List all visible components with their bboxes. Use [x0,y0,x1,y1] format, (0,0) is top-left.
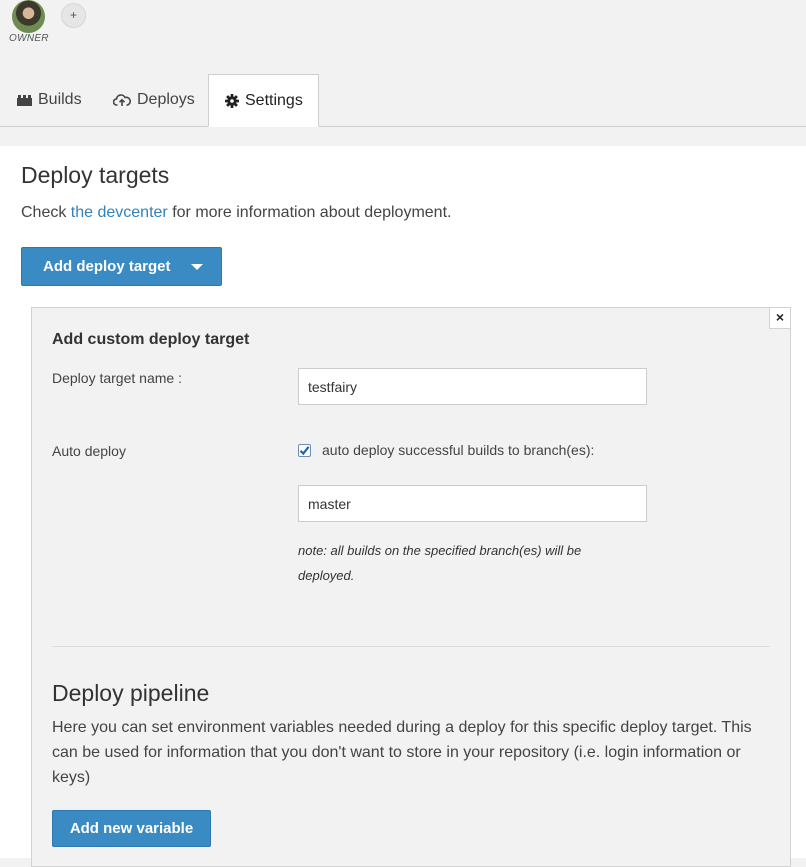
builds-icon [17,94,32,106]
auto-deploy-checkbox[interactable] [298,444,311,457]
devcenter-link[interactable]: the devcenter [71,204,168,221]
cloud-upload-icon [113,93,131,107]
info-suffix: for more information about deployment. [167,204,452,221]
tab-deploys[interactable]: Deploys [113,74,195,125]
tab-settings[interactable]: Settings [208,74,319,127]
tab-bar: Builds Deploys Settings [0,74,806,127]
add-deploy-target-button[interactable]: Add deploy target [21,247,222,286]
gear-icon [225,93,239,108]
settings-content: Deploy targets Check the devcenter for m… [0,146,806,867]
pipeline-title: Deploy pipeline [52,680,210,706]
owner-avatar[interactable] [12,0,45,33]
divider [52,646,770,647]
owner-role-label: OWNER [9,33,49,44]
branch-input[interactable] [298,485,647,522]
auto-deploy-label: Auto deploy [52,443,126,459]
add-new-variable-button[interactable]: Add new variable [52,810,211,847]
deploy-target-name-input[interactable] [298,368,647,405]
devcenter-info: Check the devcenter for more information… [21,204,451,222]
tab-deploys-label: Deploys [137,90,195,108]
add-user-button[interactable]: + [61,3,86,28]
tab-builds-label: Builds [38,90,82,108]
pipeline-description: Here you can set environment variables n… [52,719,752,786]
auto-deploy-checkbox-label[interactable]: auto deploy successful builds to branch(… [322,442,594,458]
branch-note: note: all builds on the specified branch… [298,543,582,583]
checkmark-icon [299,446,310,456]
tab-settings-label: Settings [245,91,303,109]
caret-down-icon [190,263,203,270]
add-deploy-target-label: Add deploy target [43,258,171,275]
custom-deploy-target-panel: × Add custom deploy target Deploy target… [31,307,791,867]
info-prefix: Check [21,204,71,221]
deploy-target-name-label: Deploy target name : [52,370,182,386]
page-title: Deploy targets [21,162,170,188]
close-button[interactable]: × [769,307,791,329]
panel-title: Add custom deploy target [52,331,250,348]
tab-builds[interactable]: Builds [17,74,82,125]
